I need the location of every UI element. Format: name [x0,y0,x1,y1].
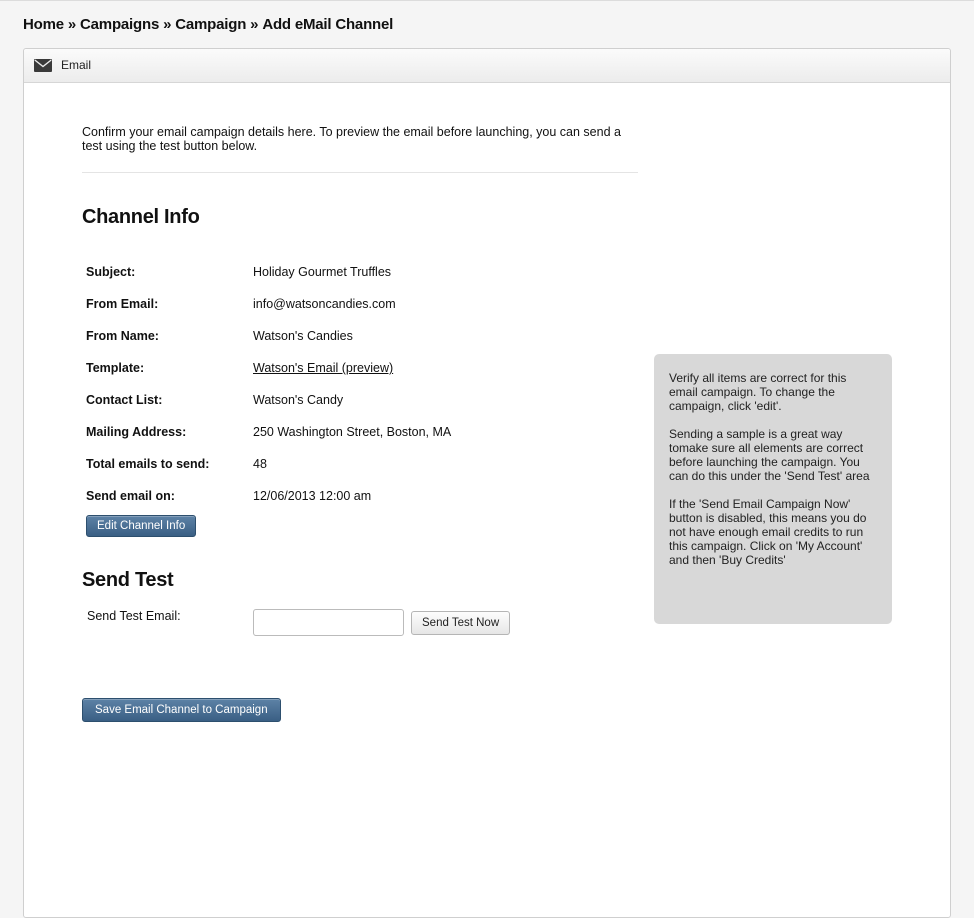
save-email-channel-button[interactable]: Save Email Channel to Campaign [82,698,281,722]
info-value: 12/06/2013 12:00 am [253,489,372,503]
panel-header: Email [24,49,950,83]
help-box: Verify all items are correct for this em… [654,354,892,624]
top-border [0,0,974,1]
info-value: 48 [253,457,267,471]
breadcrumb-home[interactable]: Home [23,16,64,33]
info-label: Subject: [86,265,136,279]
help-paragraph: If the 'Send Email Campaign Now' button … [669,497,867,567]
info-label: Mailing Address: [86,425,187,439]
intro-text: Confirm your email campaign details here… [82,125,621,153]
info-row-mailing-address: Mailing Address: 250 Washington Street, … [86,425,646,445]
info-value: Watson's Candy [253,393,344,407]
info-value: Holiday Gourmet Truffles [253,265,392,279]
info-value: Watson's Candies [253,329,353,343]
info-row-total-emails: Total emails to send: 48 [86,457,646,477]
info-label: Total emails to send: [86,457,210,471]
info-label: Template: [86,361,145,375]
info-label: From Name: [86,329,159,343]
info-row-subject: Subject: Holiday Gourmet Truffles [86,265,646,285]
breadcrumb-campaigns[interactable]: Campaigns [80,16,159,33]
template-preview-link[interactable]: Watson's Email (preview) [253,361,393,375]
channel-info-heading: Channel Info [82,206,200,228]
send-test-email-input[interactable] [253,609,404,636]
breadcrumb-campaign[interactable]: Campaign [175,16,246,33]
info-row-from-name: From Name: Watson's Candies [86,329,646,349]
info-row-template: Template: Watson's Email (preview) [86,361,646,381]
email-panel: Email Confirm your email campaign detail… [23,48,951,918]
breadcrumb-separator: » [163,16,172,33]
info-label: From Email: [86,297,159,311]
info-label: Contact List: [86,393,163,407]
info-row-contact-list: Contact List: Watson's Candy [86,393,646,413]
divider [82,172,638,173]
info-value: info@watsoncandies.com [253,297,396,311]
send-test-now-button[interactable]: Send Test Now [411,611,511,635]
envelope-icon [34,59,52,72]
breadcrumb-current: Add eMail Channel [262,16,394,33]
help-paragraph: Verify all items are correct for this em… [669,371,847,413]
breadcrumb-separator: » [250,16,259,33]
info-row-send-date: Send email on: 12/06/2013 12:00 am [86,489,646,509]
help-paragraph: Sending a sample is a great way tomake s… [669,427,870,483]
breadcrumb: Home» Campaigns» Campaign» Add eMail Channe… [23,16,393,33]
edit-channel-info-button[interactable]: Edit Channel Info [86,515,197,537]
info-row-from-email: From Email: info@watsoncandies.com [86,297,646,317]
info-label: Send email on: [86,489,175,503]
panel-title: Email [61,58,92,72]
breadcrumb-separator: » [67,16,77,33]
send-test-heading: Send Test [82,569,174,591]
info-value: 250 Washington Street, Boston, MA [253,425,452,439]
send-test-email-label: Send Test Email: [87,609,181,623]
